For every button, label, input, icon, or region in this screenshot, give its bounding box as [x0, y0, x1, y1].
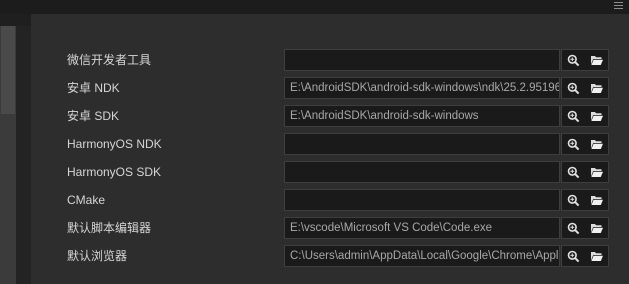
browse-folder-button[interactable] — [585, 50, 608, 70]
zoom-search-button[interactable] — [562, 78, 585, 98]
browse-folder-button[interactable] — [585, 246, 608, 266]
path-input[interactable] — [284, 49, 560, 71]
zoom-search-button[interactable] — [562, 218, 585, 238]
path-buttons — [561, 161, 609, 183]
setting-label: 默认浏览器 — [67, 249, 128, 263]
settings-row-default-browser: 默认浏览器 C:\Users\admin\AppData\Local\Google… — [31, 242, 629, 270]
path-input[interactable]: E:\AndroidSDK\android-sdk-windows — [284, 105, 560, 127]
path-input[interactable] — [284, 189, 560, 211]
setting-label: 默认脚本编辑器 — [67, 221, 152, 235]
settings-row-harmonyos-sdk: HarmonyOS SDK — [31, 158, 629, 186]
zoom-search-button[interactable] — [562, 134, 585, 154]
setting-label: 安卓 NDK — [67, 81, 120, 95]
path-buttons — [561, 189, 609, 211]
settings-row-android-sdk: 安卓 SDK E:\AndroidSDK\android-sdk-windows — [31, 102, 629, 130]
settings-row-android-ndk: 安卓 NDK E:\AndroidSDK\android-sdk-windows\… — [31, 74, 629, 102]
path-input[interactable]: E:\AndroidSDK\android-sdk-windows\ndk\25… — [284, 77, 560, 99]
setting-label: HarmonyOS SDK — [67, 165, 162, 179]
zoom-search-button[interactable] — [562, 162, 585, 182]
settings-row-wechat-devtools: 微信开发者工具 — [31, 46, 629, 74]
left-divider — [16, 26, 31, 284]
settings-row-cmake: CMake — [31, 186, 629, 214]
path-buttons — [561, 77, 609, 99]
path-input[interactable] — [284, 133, 560, 155]
left-scroll-thumb[interactable] — [1, 26, 15, 114]
browse-folder-button[interactable] — [585, 162, 608, 182]
zoom-search-button[interactable] — [562, 190, 585, 210]
zoom-search-button[interactable] — [562, 50, 585, 70]
browse-folder-button[interactable] — [585, 78, 608, 98]
browse-folder-button[interactable] — [585, 106, 608, 126]
browse-folder-button[interactable] — [585, 190, 608, 210]
browse-folder-button[interactable] — [585, 134, 608, 154]
path-buttons — [561, 245, 609, 267]
path-buttons — [561, 133, 609, 155]
path-input[interactable]: E:\vscode\Microsoft VS Code\Code.exe — [284, 217, 560, 239]
path-input[interactable]: C:\Users\admin\AppData\Local\Google\Chro… — [284, 245, 560, 267]
browse-folder-button[interactable] — [585, 218, 608, 238]
setting-label: HarmonyOS NDK — [67, 137, 162, 151]
settings-row-harmonyos-ndk: HarmonyOS NDK — [31, 130, 629, 158]
top-bar — [0, 0, 629, 14]
hamburger-menu-icon[interactable] — [614, 2, 623, 10]
path-buttons — [561, 105, 609, 127]
path-buttons — [561, 217, 609, 239]
left-scroll-panel — [0, 26, 16, 284]
settings-row-default-script-editor: 默认脚本编辑器 E:\vscode\Microsoft VS Code\Code.… — [31, 214, 629, 242]
zoom-search-button[interactable] — [562, 246, 585, 266]
path-input[interactable] — [284, 161, 560, 183]
zoom-search-button[interactable] — [562, 106, 585, 126]
setting-label: 微信开发者工具 — [67, 53, 152, 67]
path-buttons — [561, 49, 609, 71]
setting-label: CMake — [67, 193, 106, 207]
setting-label: 安卓 SDK — [67, 109, 120, 123]
